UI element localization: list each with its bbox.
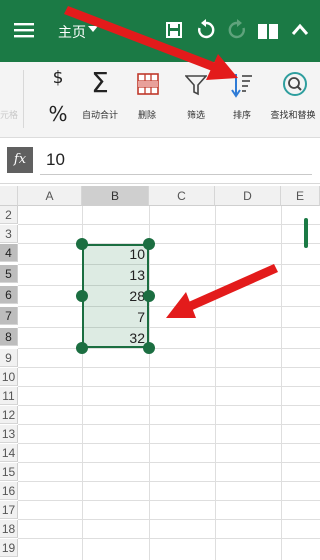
arrow-to-sort-annotation (64, 6, 238, 80)
annotation-arrows (64, 6, 278, 318)
arrow-to-selection-annotation (166, 264, 278, 318)
